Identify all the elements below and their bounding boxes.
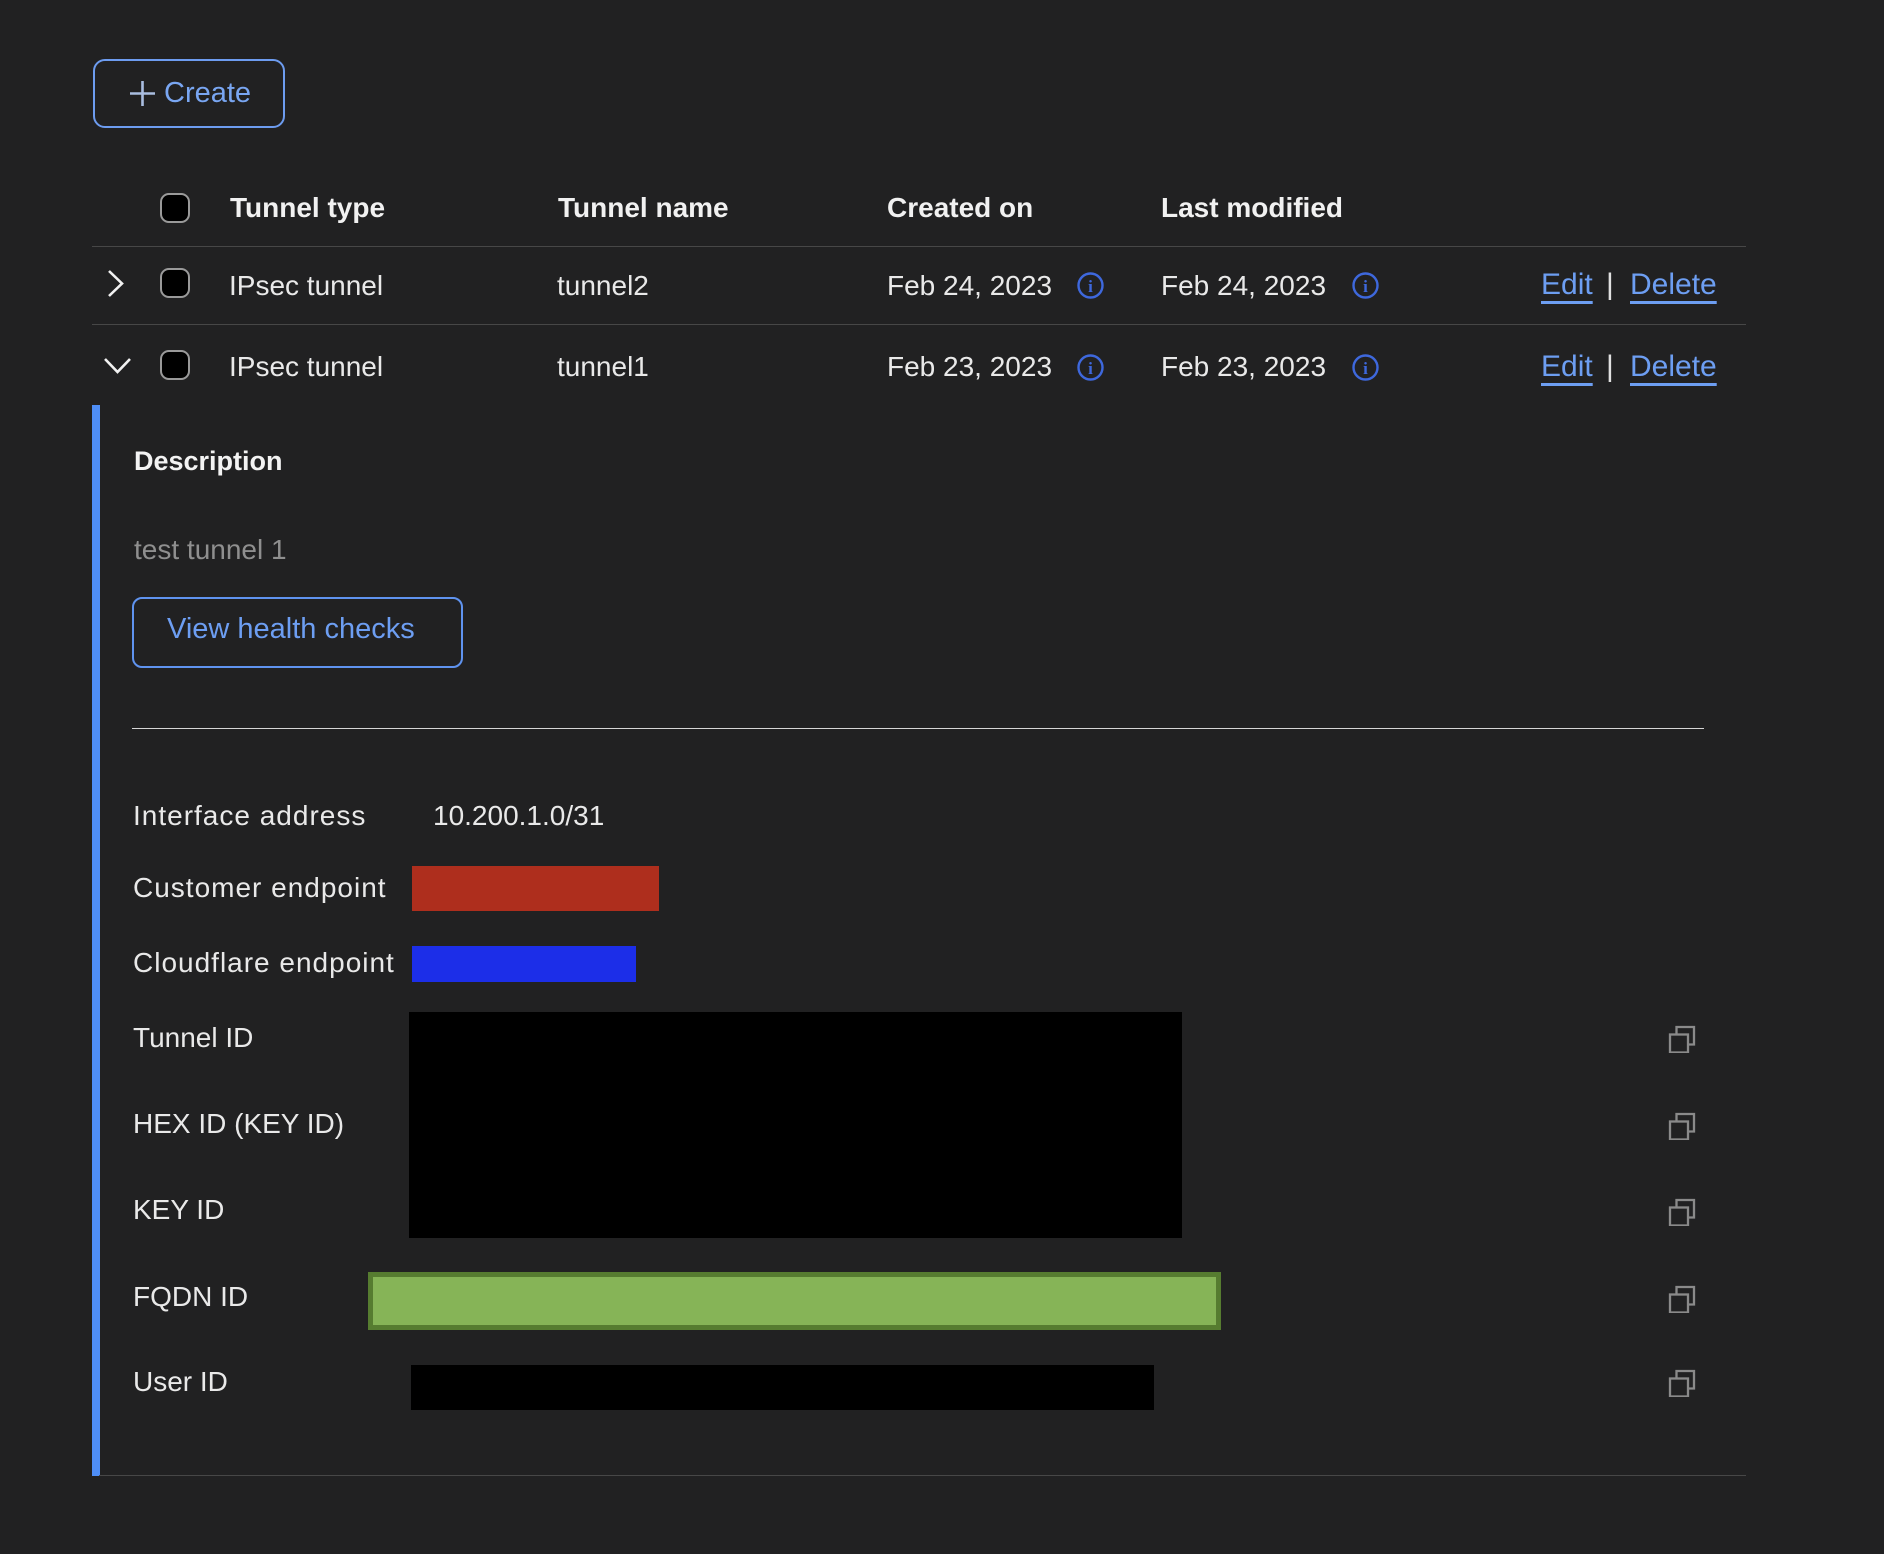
svg-text:i: i [1088, 277, 1093, 296]
svg-text:i: i [1363, 359, 1368, 378]
svg-text:i: i [1363, 277, 1368, 296]
svg-text:i: i [1088, 359, 1093, 378]
